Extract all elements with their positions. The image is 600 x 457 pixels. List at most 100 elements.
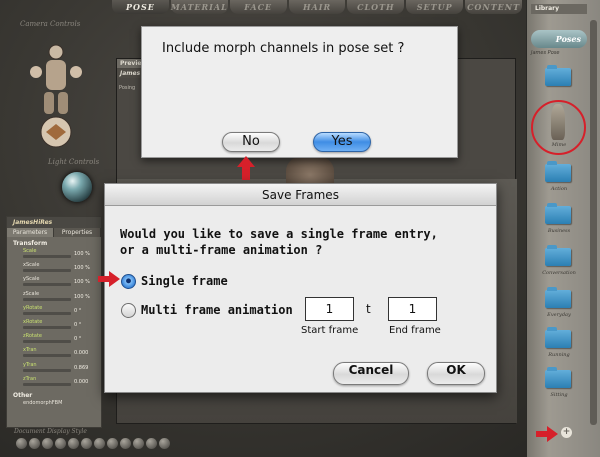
callout-arrow-right-icon: [98, 271, 120, 287]
selection-highlight-circle: [531, 100, 586, 155]
multi-frame-radio[interactable]: [121, 302, 136, 318]
single-frame-label[interactable]: Single frame: [141, 274, 228, 288]
start-frame-field[interactable]: 1: [305, 297, 354, 321]
param-row[interactable]: xScale 100 %: [7, 262, 101, 276]
param-row[interactable]: zRotate 0 °: [7, 333, 101, 347]
param-value: 100 %: [74, 293, 90, 300]
display-style-ball[interactable]: [42, 438, 53, 449]
callout-arrow-up-icon: [237, 156, 255, 180]
cancel-button[interactable]: Cancel: [333, 362, 409, 385]
dialog-title: Save Frames: [105, 184, 496, 206]
display-style-ball[interactable]: [133, 438, 144, 449]
camera-control-figure[interactable]: [24, 42, 88, 150]
param-dial[interactable]: [23, 255, 71, 258]
library-category[interactable]: Poses: [531, 30, 587, 48]
library-scrollbar[interactable]: [590, 20, 597, 425]
display-style-ball[interactable]: [94, 438, 105, 449]
folder-label[interactable]: Action: [531, 186, 587, 192]
figure-name[interactable]: JamesHiRes: [7, 217, 101, 228]
param-row[interactable]: Scale 100 %: [7, 248, 101, 262]
display-style-ball[interactable]: [55, 438, 66, 449]
display-style-ball[interactable]: [16, 438, 27, 449]
folder-icon[interactable]: [545, 161, 571, 182]
param-dial[interactable]: [23, 368, 71, 372]
param-row[interactable]: zTran 0.000: [7, 376, 101, 390]
library-panel: Library Poses James Pose Mime Action Bus…: [526, 0, 600, 457]
display-style-ball[interactable]: [29, 438, 40, 449]
folder-icon[interactable]: [545, 245, 571, 266]
tab-cloth[interactable]: CLOTH: [347, 0, 405, 14]
param-value: 100 %: [74, 279, 90, 286]
ok-button[interactable]: OK: [427, 362, 485, 385]
param-dial[interactable]: [23, 340, 71, 344]
param-name: Scale: [23, 248, 37, 254]
camera-controls-label: Camera Controls: [20, 20, 81, 28]
param-row[interactable]: yScale 100 %: [7, 276, 101, 290]
param-value: 100 %: [74, 265, 90, 272]
room-tabs: POSE MATERIAL FACE HAIR CLOTH SETUP CONT…: [112, 0, 524, 14]
param-dial[interactable]: [23, 382, 71, 386]
param-value: 0 °: [74, 336, 82, 343]
param-value: 0 °: [74, 321, 82, 328]
yes-button[interactable]: Yes: [313, 132, 371, 152]
folder-icon[interactable]: [545, 287, 571, 308]
add-to-library-icon[interactable]: +: [561, 427, 572, 438]
param-row[interactable]: xRotate 0 °: [7, 319, 101, 333]
param-morph-item[interactable]: endomorphFBM: [7, 399, 101, 406]
display-style-ball[interactable]: [120, 438, 131, 449]
param-value: 0.869: [74, 364, 89, 371]
folder-label[interactable]: Sitting: [531, 392, 587, 398]
tab-pose[interactable]: POSE: [112, 0, 169, 14]
param-name: yTran: [23, 361, 37, 368]
param-dial[interactable]: [23, 325, 71, 329]
param-row[interactable]: xTran 0.000: [7, 347, 101, 361]
light-control-ball[interactable]: [62, 172, 92, 202]
parent-folder-icon[interactable]: [545, 65, 571, 86]
folder-label[interactable]: Conversation: [531, 270, 587, 276]
param-dial[interactable]: [23, 269, 71, 273]
folder-icon[interactable]: [545, 203, 571, 224]
morph-dialog-message: Include morph channels in pose set ?: [162, 41, 405, 56]
multi-frame-label[interactable]: Multi frame animation: [141, 303, 293, 317]
tab-parameters[interactable]: Parameters: [7, 228, 54, 237]
display-style-ball[interactable]: [68, 438, 79, 449]
single-frame-option[interactable]: Single frame: [121, 273, 228, 289]
folder-icon[interactable]: [545, 327, 571, 348]
tab-content[interactable]: CONTENT: [465, 0, 522, 14]
param-row[interactable]: yTran 0.869: [7, 362, 101, 376]
param-dial[interactable]: [23, 354, 71, 358]
question-line-2: or a multi-frame animation ?: [120, 243, 323, 257]
tab-properties[interactable]: Properties: [54, 228, 101, 237]
end-frame-caption: End frame: [389, 325, 441, 336]
folder-label[interactable]: Everyday: [531, 312, 587, 318]
display-style-ball[interactable]: [81, 438, 92, 449]
no-button[interactable]: No: [222, 132, 280, 152]
param-name: zTran: [23, 375, 37, 382]
param-row[interactable]: zScale 100 %: [7, 291, 101, 305]
end-frame-field[interactable]: 1: [388, 297, 437, 321]
parameter-tabs: Parameters Properties: [7, 228, 101, 237]
tab-hair[interactable]: HAIR: [288, 0, 346, 14]
tab-face[interactable]: FACE: [229, 0, 287, 14]
param-dial[interactable]: [23, 311, 71, 315]
library-subfolder: James Pose: [531, 50, 560, 56]
param-row[interactable]: yRotate 0 °: [7, 305, 101, 319]
param-dial[interactable]: [23, 283, 71, 287]
tab-material[interactable]: MATERIAL: [170, 0, 228, 14]
single-frame-radio[interactable]: [121, 273, 136, 289]
folder-label[interactable]: Running: [531, 352, 587, 358]
param-name: yRotate: [23, 304, 43, 311]
question-line-1: Would you like to save a single frame en…: [120, 227, 438, 241]
morph-channels-dialog: Include morph channels in pose set ? No …: [141, 26, 458, 158]
folder-icon[interactable]: [545, 367, 571, 388]
parameter-rows: Scale 100 % xScale 100 % yScale 100 % zScal…: [7, 248, 101, 390]
multi-frame-option[interactable]: Multi frame animation: [121, 302, 293, 318]
param-dial[interactable]: [23, 297, 71, 301]
display-style-ball[interactable]: [159, 438, 170, 449]
display-style-ball[interactable]: [146, 438, 157, 449]
preview-tab[interactable]: Preview: [117, 59, 147, 68]
folder-label[interactable]: Business: [531, 228, 587, 234]
display-style-ball[interactable]: [107, 438, 118, 449]
param-name: yScale: [23, 276, 40, 283]
tab-setup[interactable]: SETUP: [406, 0, 464, 14]
